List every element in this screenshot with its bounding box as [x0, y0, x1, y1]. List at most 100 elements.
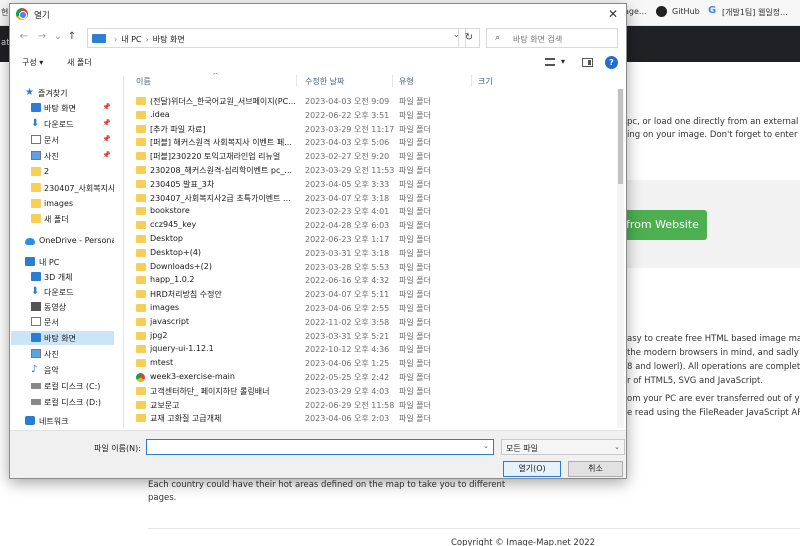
file-row[interactable]: mtest 2023-04-06 오후 1:25 파일 폴더: [124, 357, 614, 370]
file-row[interactable]: [추가 파일 자료] 2023-03-29 오전 11:17 파일 폴더: [124, 123, 614, 136]
pc-icon: [92, 34, 106, 43]
dialog-toolbar: 구성 ▾ 새 폴더 ▾ ?: [10, 53, 626, 73]
back-arrow-icon[interactable]: ←: [18, 31, 30, 45]
file-date: 2022-05-25 오후 2:42: [305, 373, 390, 382]
nav-network[interactable]: 네트워크: [11, 414, 114, 428]
bookmark-study[interactable]: [개발1팀] 웹일정...: [722, 7, 788, 18]
from-website-button[interactable]: from Website: [614, 210, 707, 240]
breadcrumb-desktop[interactable]: 바탕 화면: [153, 35, 185, 44]
column-type[interactable]: 유형: [399, 76, 414, 87]
filename-dropdown-icon[interactable]: ⌄: [483, 442, 489, 450]
dialog-titlebar[interactable]: 열기 ✕: [10, 4, 626, 24]
filename-input[interactable]: [146, 439, 494, 455]
organize-button[interactable]: 구성 ▾: [22, 57, 43, 68]
nav-onedrive[interactable]: OneDrive - Personal: [11, 234, 114, 248]
file-row[interactable]: 230405 발표_3차 2023-04-05 오후 3:33 파일 폴더: [124, 178, 614, 191]
file-type: 파일 폴더: [399, 276, 431, 286]
nav-pc-videos[interactable]: 동영상: [11, 300, 114, 314]
nav-pc-3d[interactable]: 3D 개체: [11, 270, 114, 284]
nav-quick-access[interactable]: ★ 즐겨찾기: [11, 86, 114, 100]
view-options-icon[interactable]: [545, 58, 555, 66]
file-date: 2023-04-07 오후 3:18: [305, 193, 390, 203]
desktop-icon: [31, 333, 41, 342]
music-icon: ♪: [31, 364, 38, 375]
folder-icon: [136, 331, 146, 340]
file-row[interactable]: 교재 고화질 고급개체 2023-04-06 오후 2:03 파일 폴더: [124, 412, 614, 425]
drive-icon: [31, 383, 41, 389]
nav-pc-documents[interactable]: 문서: [11, 315, 114, 329]
file-row[interactable]: Desktop 2022-06-23 오후 1:17 파일 폴더: [124, 233, 614, 246]
column-divider[interactable]: [471, 75, 472, 87]
column-divider[interactable]: [296, 75, 297, 87]
nav-pc-drive-c[interactable]: 로컬 디스크 (C:): [11, 379, 114, 393]
file-row[interactable]: 고객센터하단_ 페이지하단 롤링배너 2023-03-29 오후 4:03 파일 폴…: [124, 385, 614, 398]
file-row[interactable]: 230407_사회복지사2급 초특가이벤트 ... 2023-04-07 오후 3…: [124, 192, 614, 205]
breadcrumb-pc[interactable]: 내 PC: [121, 35, 141, 44]
file-row[interactable]: [퍼블]230220 토익고재라인업 리뉴얼 2023-02-27 오전 9:20…: [124, 150, 614, 163]
bookmark-age[interactable]: age...: [624, 7, 647, 16]
file-row[interactable]: Desktop+(4) 2023-03-31 오후 3:18 파일 폴더: [124, 247, 614, 260]
file-row[interactable]: images 2023-04-06 오후 2:55 파일 폴더: [124, 302, 614, 315]
file-row[interactable]: week3-exercise-main 2022-05-25 오후 2:42 파일 …: [124, 371, 614, 384]
nav-pc-downloads[interactable]: ⬇ 다운로드: [11, 285, 114, 299]
column-name[interactable]: 이름: [136, 76, 151, 87]
nav-quick-downloads[interactable]: ⬇ 다운로드 📌: [11, 117, 114, 131]
file-name: (전달)위더스_한국어교원_서브페이지(PC...: [150, 97, 296, 106]
file-row[interactable]: 교보문고 2022-06-29 오전 11:58 파일 폴더: [124, 399, 614, 412]
nav-pc-drive-d[interactable]: 로컬 디스크 (D:): [11, 395, 114, 409]
close-button[interactable]: ✕: [606, 7, 620, 21]
recent-drop-icon[interactable]: ⌄: [52, 31, 64, 45]
refresh-button[interactable]: ↻: [458, 28, 480, 48]
file-date: 2022-06-29 오전 11:58: [305, 400, 395, 410]
file-type: 파일 폴더: [399, 304, 431, 313]
search-input[interactable]: ⌕ 바탕 화면 검색: [486, 28, 618, 48]
nav-quick-documents[interactable]: 문서 📌: [11, 133, 114, 147]
cancel-button[interactable]: 취소: [568, 461, 623, 477]
nav-folder-new[interactable]: 새 폴더: [11, 212, 114, 226]
file-type-select[interactable]: 모든 파일 ⌄: [501, 439, 625, 455]
address-bar[interactable]: › 내 PC › 바탕 화면: [87, 28, 466, 48]
file-row[interactable]: (전달)위더스_한국어교원_서브페이지(PC... 2023-04-03 오전 9…: [124, 95, 614, 108]
bookmark-github[interactable]: GitHub: [672, 7, 700, 16]
file-date: 2023-04-03 오전 9:09: [305, 97, 390, 106]
file-row[interactable]: bookstore 2023-02-23 오후 4:01 파일 폴더: [124, 205, 614, 218]
column-divider[interactable]: [392, 75, 393, 87]
help-icon[interactable]: ?: [605, 56, 618, 69]
scrollbar-thumb[interactable]: [618, 89, 623, 184]
view-dropdown-icon[interactable]: ▾: [561, 57, 565, 66]
nav-label: 즐겨찾기: [38, 89, 68, 98]
open-button[interactable]: 열기(O): [503, 461, 561, 477]
up-arrow-icon[interactable]: ↑: [66, 31, 78, 45]
file-row[interactable]: [퍼블] 해커스원격 사회복지사 이벤트 페... 2023-04-03 오후 5…: [124, 136, 614, 149]
nav-pc-pictures[interactable]: 사진: [11, 347, 114, 361]
vertical-scrollbar[interactable]: [617, 89, 624, 428]
file-row[interactable]: jpg2 2023-03-31 오후 5:21 파일 폴더: [124, 330, 614, 343]
file-type: 파일 폴더: [399, 138, 431, 148]
nav-quick-desktop[interactable]: 바탕 화면 📌: [11, 101, 114, 115]
column-date[interactable]: 수정한 날짜: [305, 76, 344, 87]
chrome-icon: [16, 8, 28, 20]
nav-folder-images[interactable]: images: [11, 197, 114, 211]
file-row[interactable]: jquery-ui-1.12.1 2022-10-12 오후 4:36 파일 폴더: [124, 343, 614, 356]
nav-folder-2[interactable]: 2: [11, 165, 114, 179]
file-row[interactable]: happ_1.0.2 2022-06-16 오후 4:32 파일 폴더: [124, 274, 614, 287]
file-row[interactable]: Downloads+(2) 2023-03-28 오후 5:53 파일 폴더: [124, 261, 614, 274]
column-size[interactable]: 크기: [478, 76, 493, 87]
file-row[interactable]: .idea 2022-06-22 오후 3:51 파일 폴더: [124, 109, 614, 122]
file-type: 파일 폴더: [399, 207, 431, 217]
preview-pane-icon[interactable]: [582, 58, 593, 67]
file-row[interactable]: javascript 2022-11-02 오후 3:58 파일 폴더: [124, 316, 614, 329]
file-row[interactable]: 배경파일 2023-04-05 오후 2:00 파일 폴더: [124, 426, 614, 428]
nav-pc-desktop[interactable]: 바탕 화면: [11, 331, 114, 345]
nav-this-pc[interactable]: 내 PC: [11, 255, 114, 269]
new-folder-button[interactable]: 새 폴더: [67, 57, 92, 68]
nav-quick-pictures[interactable]: 사진 📌: [11, 149, 114, 163]
bookmark-fragment[interactable]: 현: [1, 7, 8, 18]
nav-pc-music[interactable]: ♪ 음악: [11, 363, 114, 377]
file-row[interactable]: 230208_해커스원격-심리학이벤트 pc_... 2023-03-29 오전 …: [124, 164, 614, 177]
nav-folder-230407[interactable]: 230407_사회복지사: [11, 181, 114, 195]
body-text: 8 and lowerl). All operations are comple…: [627, 362, 800, 372]
file-row[interactable]: ccz945_key 2022-04-28 오후 6:03 파일 폴더: [124, 219, 614, 232]
forward-arrow-icon[interactable]: →: [36, 31, 48, 45]
file-row[interactable]: HRD처리방침 수정안 2023-04-07 오후 5:11 파일 폴더: [124, 288, 614, 301]
